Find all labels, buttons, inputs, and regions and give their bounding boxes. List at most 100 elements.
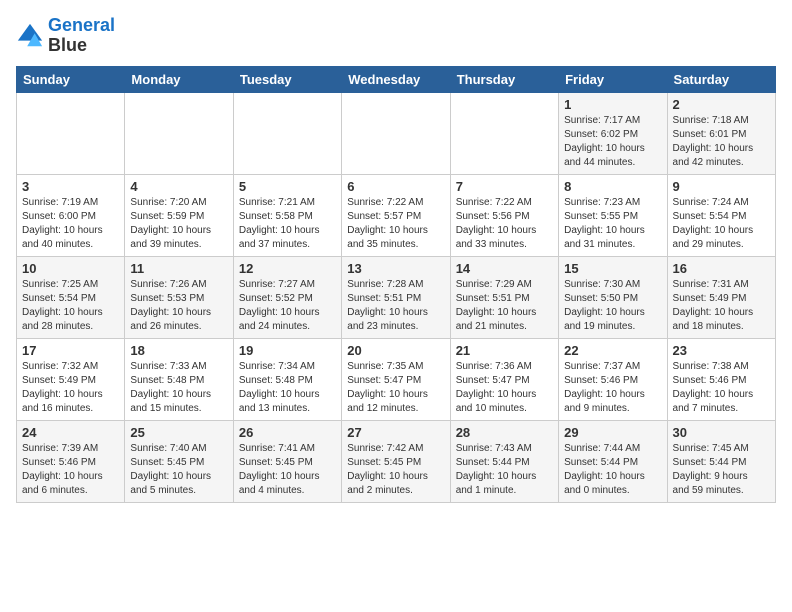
day-number: 1 — [564, 97, 661, 112]
calendar-cell: 17Sunrise: 7:32 AM Sunset: 5:49 PM Dayli… — [17, 338, 125, 420]
day-number: 17 — [22, 343, 119, 358]
day-number: 27 — [347, 425, 444, 440]
day-number: 16 — [673, 261, 770, 276]
calendar-week-5: 24Sunrise: 7:39 AM Sunset: 5:46 PM Dayli… — [17, 420, 776, 502]
day-info: Sunrise: 7:38 AM Sunset: 5:46 PM Dayligh… — [673, 360, 770, 416]
day-number: 4 — [130, 179, 227, 194]
day-info: Sunrise: 7:42 AM Sunset: 5:45 PM Dayligh… — [347, 442, 444, 498]
calendar-cell: 24Sunrise: 7:39 AM Sunset: 5:46 PM Dayli… — [17, 420, 125, 502]
calendar-cell: 19 Sunrise: 7:34 AM Sunset: 5:48 PM Dayli… — [233, 338, 341, 420]
day-number: 6 — [347, 179, 444, 194]
calendar-cell: 3 Sunrise: 7:19 AM Sunset: 6:00 PM Daylig… — [17, 174, 125, 256]
day-info: Sunrise: 7:19 AM Sunset: 6:00 PM Dayligh… — [22, 196, 119, 252]
weekday-header-thursday: Thursday — [450, 66, 558, 92]
day-number: 5 — [239, 179, 336, 194]
day-info: Sunrise: 7:25 AM Sunset: 5:54 PM Dayligh… — [22, 278, 119, 334]
calendar-cell: 12 Sunrise: 7:27 AM Sunset: 5:52 PM Dayli… — [233, 256, 341, 338]
calendar-cell: 16 Sunrise: 7:31 AM Sunset: 5:49 PM Dayli… — [667, 256, 775, 338]
day-info: Sunrise: 7:22 AM Sunset: 5:57 PM Dayligh… — [347, 196, 444, 252]
day-number: 20 — [347, 343, 444, 358]
calendar-cell: 30 Sunrise: 7:45 AM Sunset: 5:44 PM Dayli… — [667, 420, 775, 502]
calendar-cell: 25 Sunrise: 7:40 AM Sunset: 5:45 PM Dayli… — [125, 420, 233, 502]
calendar-cell: 15 Sunrise: 7:30 AM Sunset: 5:50 PM Dayli… — [559, 256, 667, 338]
calendar-cell: 4 Sunrise: 7:20 AM Sunset: 5:59 PM Daylig… — [125, 174, 233, 256]
day-number: 25 — [130, 425, 227, 440]
day-number: 12 — [239, 261, 336, 276]
day-number: 21 — [456, 343, 553, 358]
weekday-header-monday: Monday — [125, 66, 233, 92]
logo-text: General Blue — [48, 16, 115, 56]
day-number: 19 — [239, 343, 336, 358]
day-info: Sunrise: 7:28 AM Sunset: 5:51 PM Dayligh… — [347, 278, 444, 334]
day-number: 30 — [673, 425, 770, 440]
day-number: 9 — [673, 179, 770, 194]
calendar-cell: 10 Sunrise: 7:25 AM Sunset: 5:54 PM Dayli… — [17, 256, 125, 338]
day-info: Sunrise: 7:43 AM Sunset: 5:44 PM Dayligh… — [456, 442, 553, 498]
calendar-week-3: 10 Sunrise: 7:25 AM Sunset: 5:54 PM Dayli… — [17, 256, 776, 338]
calendar-cell: 18 Sunrise: 7:33 AM Sunset: 5:48 PM Dayli… — [125, 338, 233, 420]
calendar-cell — [450, 92, 558, 174]
day-number: 2 — [673, 97, 770, 112]
day-info: Sunrise: 7:40 AM Sunset: 5:45 PM Dayligh… — [130, 442, 227, 498]
page-header: General Blue — [16, 16, 776, 56]
weekday-header-row: SundayMondayTuesdayWednesdayThursdayFrid… — [17, 66, 776, 92]
day-info: Sunrise: 7:36 AM Sunset: 5:47 PM Dayligh… — [456, 360, 553, 416]
day-info: Sunrise: 7:27 AM Sunset: 5:52 PM Dayligh… — [239, 278, 336, 334]
day-number: 24 — [22, 425, 119, 440]
day-number: 11 — [130, 261, 227, 276]
logo-icon — [16, 22, 44, 50]
weekday-header-friday: Friday — [559, 66, 667, 92]
day-number: 15 — [564, 261, 661, 276]
calendar-cell: 2Sunrise: 7:18 AM Sunset: 6:01 PM Daylig… — [667, 92, 775, 174]
day-number: 28 — [456, 425, 553, 440]
weekday-header-tuesday: Tuesday — [233, 66, 341, 92]
day-number: 26 — [239, 425, 336, 440]
day-info: Sunrise: 7:21 AM Sunset: 5:58 PM Dayligh… — [239, 196, 336, 252]
calendar-cell: 23 Sunrise: 7:38 AM Sunset: 5:46 PM Dayli… — [667, 338, 775, 420]
calendar-cell: 13 Sunrise: 7:28 AM Sunset: 5:51 PM Dayli… — [342, 256, 450, 338]
calendar-cell: 14Sunrise: 7:29 AM Sunset: 5:51 PM Dayli… — [450, 256, 558, 338]
calendar-cell — [17, 92, 125, 174]
day-number: 13 — [347, 261, 444, 276]
calendar-cell — [233, 92, 341, 174]
day-info: Sunrise: 7:30 AM Sunset: 5:50 PM Dayligh… — [564, 278, 661, 334]
calendar-cell: 21 Sunrise: 7:36 AM Sunset: 5:47 PM Dayli… — [450, 338, 558, 420]
calendar-cell: 1 Sunrise: 7:17 AM Sunset: 6:02 PM Daylig… — [559, 92, 667, 174]
day-info: Sunrise: 7:45 AM Sunset: 5:44 PM Dayligh… — [673, 442, 770, 498]
calendar-week-4: 17Sunrise: 7:32 AM Sunset: 5:49 PM Dayli… — [17, 338, 776, 420]
day-info: Sunrise: 7:37 AM Sunset: 5:46 PM Dayligh… — [564, 360, 661, 416]
day-number: 8 — [564, 179, 661, 194]
day-number: 23 — [673, 343, 770, 358]
day-info: Sunrise: 7:17 AM Sunset: 6:02 PM Dayligh… — [564, 114, 661, 170]
calendar-week-1: 1 Sunrise: 7:17 AM Sunset: 6:02 PM Daylig… — [17, 92, 776, 174]
weekday-header-wednesday: Wednesday — [342, 66, 450, 92]
day-info: Sunrise: 7:33 AM Sunset: 5:48 PM Dayligh… — [130, 360, 227, 416]
calendar-table: SundayMondayTuesdayWednesdayThursdayFrid… — [16, 66, 776, 503]
day-number: 7 — [456, 179, 553, 194]
day-info: Sunrise: 7:34 AM Sunset: 5:48 PM Dayligh… — [239, 360, 336, 416]
weekday-header-saturday: Saturday — [667, 66, 775, 92]
calendar-cell — [125, 92, 233, 174]
day-number: 22 — [564, 343, 661, 358]
calendar-cell: 27 Sunrise: 7:42 AM Sunset: 5:45 PM Dayli… — [342, 420, 450, 502]
calendar-cell — [342, 92, 450, 174]
day-info: Sunrise: 7:24 AM Sunset: 5:54 PM Dayligh… — [673, 196, 770, 252]
day-info: Sunrise: 7:44 AM Sunset: 5:44 PM Dayligh… — [564, 442, 661, 498]
day-info: Sunrise: 7:26 AM Sunset: 5:53 PM Dayligh… — [130, 278, 227, 334]
calendar-week-2: 3 Sunrise: 7:19 AM Sunset: 6:00 PM Daylig… — [17, 174, 776, 256]
calendar-cell: 26Sunrise: 7:41 AM Sunset: 5:45 PM Dayli… — [233, 420, 341, 502]
day-number: 14 — [456, 261, 553, 276]
day-number: 10 — [22, 261, 119, 276]
day-info: Sunrise: 7:20 AM Sunset: 5:59 PM Dayligh… — [130, 196, 227, 252]
day-number: 29 — [564, 425, 661, 440]
day-number: 18 — [130, 343, 227, 358]
calendar-cell: 22 Sunrise: 7:37 AM Sunset: 5:46 PM Dayli… — [559, 338, 667, 420]
day-info: Sunrise: 7:31 AM Sunset: 5:49 PM Dayligh… — [673, 278, 770, 334]
calendar-cell: 20 Sunrise: 7:35 AM Sunset: 5:47 PM Dayli… — [342, 338, 450, 420]
day-info: Sunrise: 7:35 AM Sunset: 5:47 PM Dayligh… — [347, 360, 444, 416]
calendar-cell: 11 Sunrise: 7:26 AM Sunset: 5:53 PM Dayli… — [125, 256, 233, 338]
calendar-cell: 8 Sunrise: 7:23 AM Sunset: 5:55 PM Daylig… — [559, 174, 667, 256]
calendar-cell: 9 Sunrise: 7:24 AM Sunset: 5:54 PM Daylig… — [667, 174, 775, 256]
day-number: 3 — [22, 179, 119, 194]
day-info: Sunrise: 7:23 AM Sunset: 5:55 PM Dayligh… — [564, 196, 661, 252]
